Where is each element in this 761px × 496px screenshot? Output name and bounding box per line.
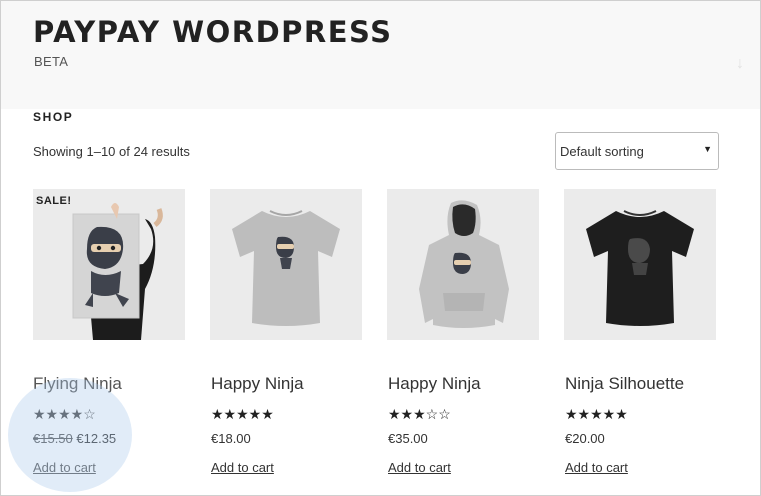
original-price: €15.50: [33, 431, 73, 446]
arrow-down-icon[interactable]: ↓: [736, 55, 744, 73]
product-price: €15.50 €12.35: [33, 431, 116, 446]
product-rating: ★★★★☆: [33, 406, 96, 422]
result-count: Showing 1–10 of 24 results: [33, 144, 190, 159]
tshirt-grey-image: [210, 189, 362, 340]
product-title[interactable]: Ninja Silhouette: [565, 374, 684, 394]
sort-select-value: Default sorting: [560, 144, 644, 159]
product-price: €20.00: [565, 431, 605, 446]
product-thumbnail[interactable]: [387, 189, 539, 340]
site-description: BETA: [34, 54, 69, 69]
add-to-cart-button[interactable]: Add to cart: [33, 460, 96, 475]
product-rating: ★★★☆☆: [388, 406, 451, 422]
site-header: PAYPAY WORDPRESS BETA ↓: [1, 1, 760, 109]
product-card-image-link[interactable]: [210, 189, 362, 340]
product-rating: ★★★★★: [565, 406, 628, 422]
hoodie-grey-image: [387, 189, 539, 340]
product-price: €35.00: [388, 431, 428, 446]
poster-ninja-image: [33, 189, 185, 340]
tshirt-black-image: [564, 189, 716, 340]
product-title[interactable]: Happy Ninja: [211, 374, 304, 394]
product-title[interactable]: Flying Ninja: [33, 374, 122, 394]
product-card-image-link[interactable]: [564, 189, 716, 340]
site-title[interactable]: PAYPAY WORDPRESS: [33, 15, 393, 49]
add-to-cart-button[interactable]: Add to cart: [211, 460, 274, 475]
page-title: SHOP: [33, 110, 74, 124]
product-thumbnail[interactable]: [210, 189, 362, 340]
product-card-image-link[interactable]: [387, 189, 539, 340]
product-title[interactable]: Happy Ninja: [388, 374, 481, 394]
sort-select[interactable]: Default sorting ▼: [555, 132, 719, 170]
product-card-image-link[interactable]: [33, 189, 185, 340]
add-to-cart-button[interactable]: Add to cart: [388, 460, 451, 475]
product-price: €18.00: [211, 431, 251, 446]
add-to-cart-button[interactable]: Add to cart: [565, 460, 628, 475]
product-rating: ★★★★★: [211, 406, 274, 422]
sale-badge: SALE!: [36, 195, 72, 207]
caret-down-icon: ▼: [703, 144, 712, 154]
product-thumbnail[interactable]: [33, 189, 185, 340]
sale-price: €12.35: [76, 431, 117, 446]
product-thumbnail[interactable]: [564, 189, 716, 340]
